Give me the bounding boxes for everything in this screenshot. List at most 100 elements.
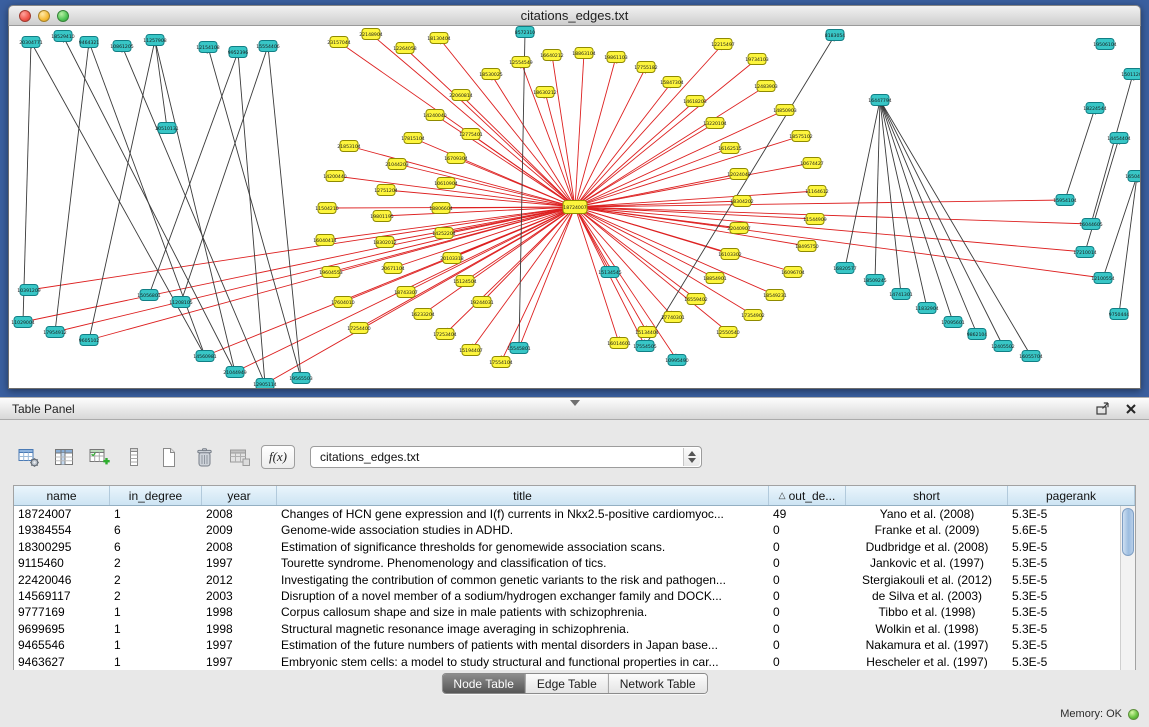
column-header-name[interactable]: name [14,486,110,505]
graph-node[interactable]: 20510131 [155,123,178,134]
graph-node[interactable]: 17254400 [347,323,370,334]
graph-node[interactable]: 17815104 [401,133,424,144]
graph-node[interactable]: 15545801 [507,343,530,354]
graph-edge[interactable] [386,190,575,207]
graph-node[interactable]: 12775401 [459,129,482,140]
graph-node[interactable]: 18224544 [1083,103,1106,114]
graph-node[interactable]: 18724007 [563,201,587,214]
table-scrollbar[interactable] [1120,506,1135,670]
graph-edge[interactable] [845,100,880,268]
graph-node[interactable]: 10995490 [665,355,688,366]
graph-node[interactable]: 17554505 [633,341,656,352]
column-header-out_de[interactable]: △out_de... [769,486,846,505]
graph-node[interactable]: 15134545 [598,267,621,278]
zoom-window-button[interactable] [57,10,69,22]
table-row[interactable]: 1830029562008Estimation of significance … [14,539,1120,555]
graph-node[interactable]: 18854901 [703,273,726,284]
graph-node[interactable]: 16044605 [1079,219,1102,230]
graph-node[interactable]: 16096704 [781,267,804,278]
graph-node[interactable]: 15554406 [256,41,279,52]
panel-resize-grip-icon[interactable] [570,400,580,406]
graph-node[interactable]: 15194407 [459,345,482,356]
column-header-in_degree[interactable]: in_degree [110,486,202,505]
table-row[interactable]: 911546021997Tourette syndrome. Phenomeno… [14,555,1120,571]
graph-node[interactable]: 16055704 [1019,351,1042,362]
graph-node[interactable]: 15847304 [660,77,683,88]
table-row[interactable]: 969969511998Structural magnetic resonanc… [14,621,1120,637]
graph-edge[interactable] [880,100,1003,346]
network-canvas[interactable]: 1872400718530025125545491664021218863104… [8,26,1141,389]
graph-node[interactable]: 19801195 [370,211,393,222]
graph-node[interactable]: 15124504 [453,276,476,287]
graph-node[interactable]: 16559402 [684,294,707,305]
window-titlebar[interactable]: citations_edges.txt [8,5,1141,26]
table-row[interactable]: 1456911722003Disruption of a novel membe… [14,588,1120,604]
graph-node[interactable]: 9862104 [967,329,988,340]
graph-node[interactable]: 18304202 [730,196,753,207]
column-header-pagerank[interactable]: pagerank [1008,486,1135,505]
graph-node[interactable]: 18130404 [427,33,450,44]
graph-node[interactable]: 11832904 [915,303,938,314]
graph-node[interactable]: 13220104 [703,118,726,129]
graph-node[interactable]: 11029004 [11,317,34,328]
new-file-icon[interactable] [156,444,182,470]
graph-node[interactable]: 12751204 [374,185,397,196]
table-row[interactable]: 946554611997Estimation of the future num… [14,637,1120,653]
graph-node[interactable]: 19861103 [604,52,627,63]
memory-status-icon[interactable] [1128,709,1139,720]
graph-node[interactable]: 11544909 [803,214,826,225]
graph-node[interactable]: 16504111 [1125,171,1140,182]
graph-edge[interactable] [63,36,235,372]
graph-node[interactable]: 15134404 [635,327,658,338]
graph-node[interactable]: 11257908 [143,35,166,46]
column-header-short[interactable]: short [846,486,1008,505]
graph-node[interactable]: 9605102 [79,335,100,346]
graph-node[interactable]: 14741301 [889,289,912,300]
graph-node[interactable]: 17095601 [941,317,964,328]
graph-node[interactable]: 8183054 [825,30,846,41]
graph-node[interactable]: 17755182 [634,62,657,73]
graph-node[interactable]: 18575102 [789,131,812,142]
graph-edge[interactable] [23,42,31,322]
graph-node[interactable]: 21044949 [223,367,246,378]
graph-node[interactable]: 18529410 [51,31,74,42]
graph-node[interactable]: 11164612 [805,186,828,197]
graph-node[interactable]: 10674427 [800,158,823,169]
row-height-icon[interactable] [121,444,147,470]
graph-node[interactable]: 15954104 [1053,195,1076,206]
graph-edge[interactable] [519,32,525,348]
graph-edge[interactable] [575,53,584,207]
graph-edge[interactable] [461,95,575,207]
graph-node[interactable]: 22148904 [359,29,382,40]
graph-node[interactable]: 12264058 [393,43,416,54]
close-panel-icon[interactable] [1125,403,1137,415]
delete-table-icon[interactable] [191,444,217,470]
graph-edge[interactable] [880,100,901,294]
graph-node[interactable]: 11208105 [169,297,192,308]
graph-edge[interactable] [575,200,1065,207]
graph-node[interactable]: 18863104 [572,48,595,59]
graph-node[interactable]: 16820577 [833,263,856,274]
graph-node[interactable]: 19506104 [1093,39,1116,50]
select-columns-icon[interactable] [51,444,77,470]
table-selector[interactable]: citations_edges.txt [310,446,702,468]
graph-node[interactable]: 19734103 [745,54,768,65]
graph-edge[interactable] [875,100,880,280]
network-graph[interactable]: 1872400718530025125545491664021218863104… [9,26,1140,388]
graph-node[interactable]: 22040907 [727,223,750,234]
graph-edge[interactable] [1065,108,1095,200]
graph-edge[interactable] [1085,138,1119,252]
graph-node[interactable]: 10391209 [17,285,40,296]
graph-node[interactable]: 12024049 [727,169,750,180]
graph-node[interactable]: 14560981 [193,351,216,362]
column-header-title[interactable]: title [277,486,769,505]
graph-node[interactable]: 18549231 [763,290,786,301]
graph-node[interactable]: 20103318 [440,253,463,264]
graph-node[interactable]: 18806604 [429,203,452,214]
graph-edge[interactable] [501,207,575,362]
graph-node[interactable]: 12154108 [196,42,219,53]
graph-node[interactable]: 12405502 [991,341,1014,352]
graph-node[interactable]: 8572310 [515,27,536,38]
import-table-icon[interactable] [226,444,252,470]
graph-node[interactable]: 17954912 [43,327,66,338]
